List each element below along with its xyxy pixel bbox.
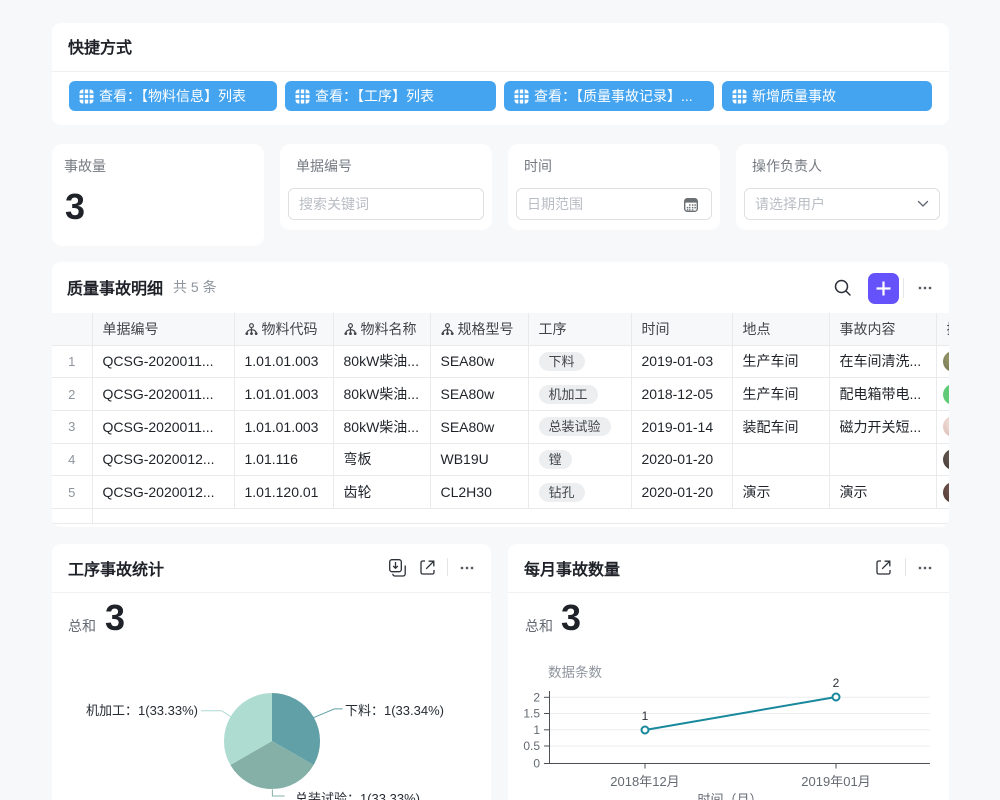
svg-text:数据条数: 数据条数 (548, 664, 602, 680)
svg-text:1.5: 1.5 (523, 707, 540, 721)
svg-text:1: 1 (533, 723, 540, 737)
svg-text:2018年12月: 2018年12月 (610, 774, 679, 789)
svg-text:总装试验：1(33.33%): 总装试验：1(33.33%) (295, 791, 420, 800)
svg-text:下料：1(33.34%): 下料：1(33.34%) (345, 703, 444, 718)
svg-text:时间（月）: 时间（月） (697, 792, 762, 800)
svg-text:2019年01月: 2019年01月 (801, 774, 870, 789)
svg-text:1: 1 (642, 709, 649, 723)
svg-text:2: 2 (533, 691, 540, 705)
svg-text:2: 2 (833, 676, 840, 690)
svg-text:0: 0 (533, 757, 540, 771)
svg-text:0.5: 0.5 (523, 739, 540, 753)
svg-text:机加工：1(33.33%): 机加工：1(33.33%) (86, 703, 198, 718)
